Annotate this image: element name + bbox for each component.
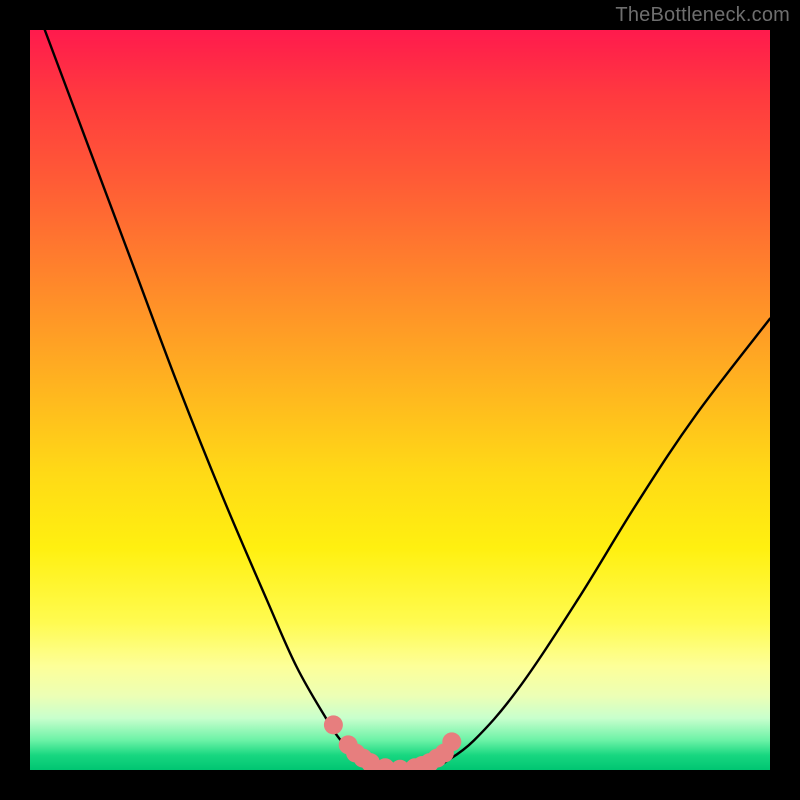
chart-svg — [30, 30, 770, 770]
outer-frame: TheBottleneck.com — [0, 0, 800, 800]
highlight-dot — [324, 715, 343, 734]
watermark-text: TheBottleneck.com — [615, 4, 790, 27]
curve-left — [45, 30, 371, 766]
plot-area — [30, 30, 770, 770]
highlight-dot — [442, 732, 461, 751]
curve-right — [444, 319, 770, 763]
highlight-markers — [324, 715, 461, 770]
